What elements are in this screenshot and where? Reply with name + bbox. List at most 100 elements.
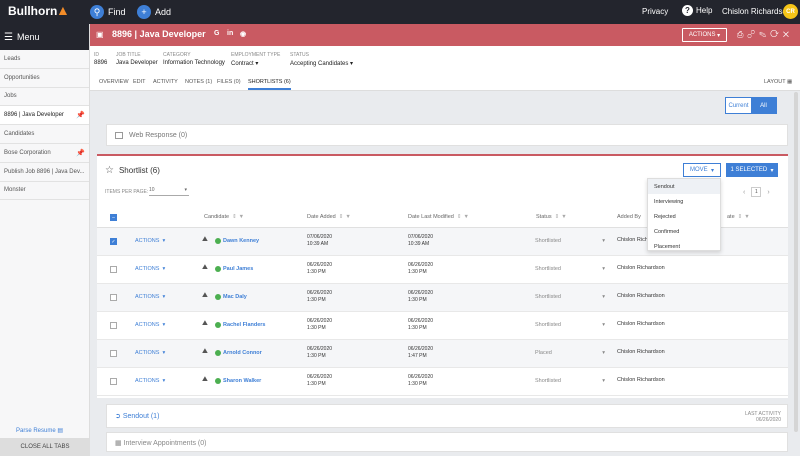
sendout-card[interactable]: ➲ Sendout (1) LAST ACTIVITY 06/26/2020: [106, 404, 788, 428]
col-candidate[interactable]: Candidate ⇕▼: [204, 214, 246, 220]
bullhorn-logo[interactable]: Bullhorn: [8, 4, 57, 18]
web-response-label: Web Response (0): [129, 131, 188, 139]
added-by: Chislon Richardson: [617, 321, 665, 327]
row-checkbox[interactable]: ✓: [110, 238, 117, 245]
menu-toggle[interactable]: ☰ Menu: [0, 24, 89, 50]
map-pin-icon[interactable]: ◉: [240, 30, 246, 38]
sidebar-item-leads[interactable]: Leads: [0, 50, 89, 69]
row-checkbox[interactable]: [110, 378, 117, 385]
row-actions-button[interactable]: ACTIONS ▾: [135, 294, 165, 300]
date-added: 07/06/2020 10:39 AM: [307, 234, 333, 247]
move-option-rejected[interactable]: Rejected: [648, 209, 720, 224]
prev-page-icon[interactable]: ‹: [743, 189, 745, 196]
google-icon[interactable]: G: [214, 30, 219, 37]
row-actions-button[interactable]: ACTIONS ▾: [135, 322, 165, 328]
move-option-interviewing[interactable]: Interviewing: [648, 194, 720, 209]
current-option[interactable]: Current: [726, 98, 751, 113]
sidebar-item-opportunities[interactable]: Opportunities: [0, 69, 89, 88]
move-option-placement[interactable]: Placement: [648, 239, 720, 254]
col-date[interactable]: ate ⇕▼: [727, 214, 752, 220]
row-actions-button[interactable]: ACTIONS ▾: [135, 266, 165, 272]
row-actions-button[interactable]: ACTIONS ▾: [135, 238, 165, 244]
interview-appointments-card[interactable]: ▦ Interview Appointments (0): [106, 432, 788, 452]
meta-employment-type[interactable]: EMPLOYMENT TYPE Contract ▾: [231, 52, 280, 67]
move-option-sendout[interactable]: Sendout: [648, 179, 720, 194]
candidate-link[interactable]: Paul James: [223, 266, 253, 272]
tab-overview[interactable]: OVERVIEW: [99, 79, 129, 85]
parse-resume-link[interactable]: Parse Resume ▤: [16, 427, 63, 434]
candidate-link[interactable]: Rachel Flanders: [223, 322, 266, 328]
layout-button[interactable]: LAYOUT ▦: [764, 79, 792, 85]
status-dot-icon: [215, 294, 221, 300]
items-per-page-select[interactable]: 10 ▾: [149, 187, 189, 196]
tab-shortlists[interactable]: SHORTLISTS (6): [248, 79, 291, 90]
sidebar-item-bose-corporation[interactable]: Bose Corporation 📌: [0, 144, 89, 163]
row-actions-button[interactable]: ACTIONS ▾: [135, 350, 165, 356]
row-actions-button[interactable]: ACTIONS ▾: [135, 378, 165, 384]
select-all-checkbox[interactable]: –: [110, 214, 117, 221]
sidebar-item-jobs[interactable]: Jobs: [0, 88, 89, 107]
record-toolbar[interactable]: ⎙☍✎⟳✕: [737, 30, 793, 40]
move-button[interactable]: MOVE ▾: [683, 163, 721, 177]
sidebar-item-publish-job[interactable]: Publish Job 8896 | Java Dev...: [0, 163, 89, 182]
sendout-icon: ➲: [115, 413, 121, 420]
candidate-link[interactable]: Mac Daly: [223, 294, 247, 300]
sidebar-item-label: Monster: [4, 187, 26, 194]
table-row[interactable]: ACTIONS ▾ ⛰ Mac Daly 06/26/2020 1:30 PM 06/26…: [97, 284, 788, 312]
page-number[interactable]: 1: [751, 187, 762, 197]
candidate-link[interactable]: Arnold Connor: [223, 350, 262, 356]
status-select[interactable]: Shortlisted ▾: [535, 266, 605, 272]
row-checkbox[interactable]: [110, 294, 117, 301]
avatar[interactable]: CR: [783, 4, 798, 19]
move-option-confirmed[interactable]: Confirmed: [648, 224, 720, 239]
user-name[interactable]: Chislon Richardson: [722, 7, 791, 16]
status-select[interactable]: Shortlisted ▾: [535, 294, 605, 300]
col-status[interactable]: Status ⇕▼: [536, 214, 569, 220]
candidate-link[interactable]: Sharon Walker: [223, 378, 261, 384]
close-all-tabs-button[interactable]: CLOSE ALL TABS: [0, 438, 90, 456]
linkedin-icon[interactable]: in: [227, 30, 233, 37]
row-checkbox[interactable]: [110, 350, 117, 357]
tab-files[interactable]: FILES (0): [217, 79, 241, 85]
table-row[interactable]: ACTIONS ▾ ⛰ Rachel Flanders 06/26/2020 1:30 …: [97, 312, 788, 340]
sidebar: ☰ Menu Leads Opportunities Jobs 8896 | J…: [0, 24, 90, 456]
move-dropdown-menu: Sendout Interviewing Rejected Confirmed …: [647, 178, 721, 251]
status-select[interactable]: Shortlisted ▾: [535, 378, 605, 384]
pin-icon[interactable]: 📌: [76, 111, 85, 119]
table-row[interactable]: ACTIONS ▾ ⛰ Arnold Connor 06/26/2020 1:30 PM…: [97, 340, 788, 368]
privacy-link[interactable]: Privacy: [642, 7, 668, 16]
meta-status[interactable]: STATUS Accepting Candidates ▾: [290, 52, 353, 67]
selected-button[interactable]: 1 SELECTED ▾: [726, 163, 778, 177]
next-page-icon[interactable]: ›: [767, 189, 769, 196]
sidebar-item-java-developer[interactable]: 8896 | Java Developer 📌: [0, 106, 89, 126]
candidate-link[interactable]: Dawn Kenney: [223, 238, 259, 244]
tab-activity[interactable]: ACTIVITY: [153, 79, 178, 85]
meta-id: ID 8896: [94, 52, 108, 66]
status-select[interactable]: Shortlisted ▾: [535, 322, 605, 328]
table-row[interactable]: ACTIONS ▾ ⛰ Sharon Walker 06/26/2020 1:30 PM…: [97, 368, 788, 396]
status-select[interactable]: Shortlisted ▾: [535, 238, 605, 244]
sidebar-item-monster[interactable]: Monster: [0, 182, 89, 201]
added-by: Chislon Richardson: [617, 265, 665, 271]
help-button[interactable]: ? Help: [682, 5, 712, 16]
help-icon: ?: [682, 5, 693, 16]
row-checkbox[interactable]: [110, 322, 117, 329]
pin-icon[interactable]: 📌: [76, 149, 85, 157]
web-response-card[interactable]: Web Response (0): [106, 124, 788, 146]
col-date-added[interactable]: Date Added ⇕▼: [307, 214, 353, 220]
add-button[interactable]: + Add: [137, 4, 171, 20]
tab-notes[interactable]: NOTES (1): [185, 79, 212, 85]
col-date-last-modified[interactable]: Date Last Modified ⇕▼: [408, 214, 471, 220]
find-button[interactable]: ⚲ Find: [90, 4, 126, 20]
sendout-label: ➲ Sendout (1): [115, 413, 160, 420]
all-option[interactable]: All: [751, 98, 776, 113]
col-added-by[interactable]: Added By: [617, 214, 641, 220]
record-actions-button[interactable]: ACTIONS ▾: [682, 28, 727, 42]
tab-edit[interactable]: EDIT: [133, 79, 146, 85]
page-scrollbar[interactable]: [794, 92, 798, 432]
sidebar-item-candidates[interactable]: Candidates: [0, 125, 89, 144]
row-checkbox[interactable]: [110, 266, 117, 273]
table-row[interactable]: ACTIONS ▾ ⛰ Paul James 06/26/2020 1:30 PM 06/…: [97, 256, 788, 284]
status-dot-icon: [215, 238, 221, 244]
status-select[interactable]: Placed ▾: [535, 350, 605, 356]
